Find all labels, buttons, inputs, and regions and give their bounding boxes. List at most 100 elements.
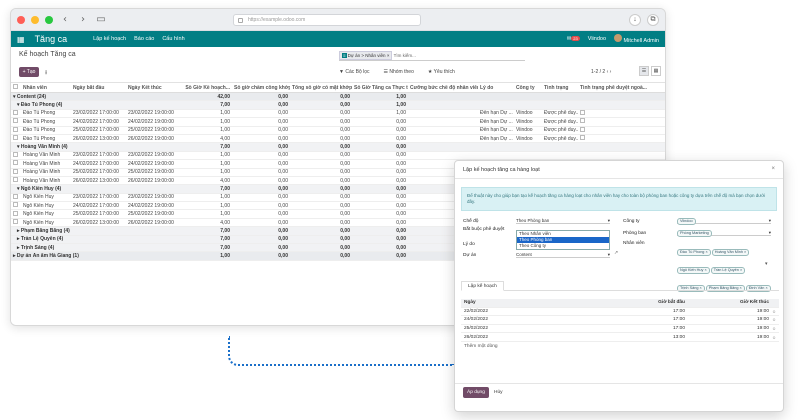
approval-checkbox[interactable] — [580, 118, 585, 124]
list-view-icon[interactable]: ☰ — [639, 66, 649, 76]
row-checkbox[interactable] — [13, 168, 18, 174]
tabs-icon[interactable]: ⧉ — [647, 13, 659, 26]
planning-line[interactable]: 22/02/2022 17:00 19:00 ⦸ — [461, 308, 779, 317]
plan-end[interactable]: 19:00 — [685, 317, 769, 322]
mode-select[interactable]: Theo Phòng ban ▾ — [516, 217, 610, 224]
plan-start[interactable]: 13:00 — [581, 335, 685, 340]
plan-start[interactable]: 17:00 — [581, 309, 685, 314]
row-checkbox[interactable] — [13, 109, 18, 115]
group-row[interactable]: ▾ Hoàng Văn Minh (4) 7,00 0,00 0,00 0,00 — [11, 143, 665, 152]
column-header[interactable]: Tình trạng phê duyệt ngoà... — [578, 85, 648, 91]
column-header[interactable]: Số Giờ Kế hoạch... — [178, 85, 232, 91]
column-header[interactable]: Công ty — [514, 85, 542, 91]
favorites-dropdown[interactable]: ★ Yêu thích — [428, 69, 455, 75]
plan-start[interactable]: 17:00 — [581, 317, 685, 322]
menu-reports[interactable]: Báo cáo — [134, 36, 154, 42]
menu-planning[interactable]: Lập kế hoạch — [93, 36, 126, 42]
apply-button[interactable]: Áp dụng — [463, 387, 489, 398]
delete-line-icon[interactable]: ⦸ — [769, 335, 779, 340]
employee-tag[interactable]: Đào Tú Phong × — [677, 249, 711, 256]
column-header[interactable]: Lý do — [478, 85, 514, 91]
delete-line-icon[interactable]: ⦸ — [769, 309, 779, 314]
select-all-checkbox[interactable] — [13, 84, 18, 89]
project-select[interactable]: Content ▾ — [516, 251, 610, 258]
row-checkbox[interactable] — [13, 193, 18, 199]
column-header[interactable]: Số Giờ Tăng ca Thực tế — [352, 85, 408, 91]
planning-line[interactable]: 26/02/2022 13:00 19:00 ⦸ — [461, 333, 779, 342]
filters-dropdown[interactable]: ▼ Các Bộ lọc — [339, 69, 370, 75]
external-link-icon[interactable]: ↗ — [614, 250, 618, 256]
table-row[interactable]: Đào Tú Phong 26/02/2022 13:00:00 26/02/202… — [11, 135, 665, 144]
company-select[interactable]: Viindoo ▾ — [677, 217, 771, 225]
download-icon[interactable]: ↓ — [629, 13, 641, 26]
search-input[interactable]: Tìm kiếm... — [394, 53, 416, 58]
table-row[interactable]: Đào Tú Phong 24/02/2022 17:00:00 24/02/202… — [11, 118, 665, 127]
menu-config[interactable]: Cấu hình — [162, 36, 184, 42]
row-checkbox[interactable] — [13, 118, 18, 124]
plan-end[interactable]: 19:00 — [685, 335, 769, 340]
groupby-facet[interactable]: ≡ Dự án > Nhân viên × — [339, 51, 393, 60]
department-select[interactable]: Phòng Marketing ▾ — [677, 229, 771, 237]
column-header[interactable]: Ngày Kết thúc — [126, 85, 178, 91]
row-checkbox[interactable] — [13, 135, 18, 141]
groupby-dropdown[interactable]: ☰ Nhóm theo — [384, 69, 414, 75]
row-checkbox[interactable] — [13, 210, 18, 216]
address-bar[interactable]: https://example.odoo.com — [233, 13, 421, 26]
row-checkbox[interactable] — [13, 160, 18, 166]
close-window-dot[interactable] — [17, 15, 25, 24]
download-xlsx-icon[interactable]: ⭳ — [45, 68, 47, 78]
plan-date[interactable]: 24/02/2022 — [461, 317, 581, 322]
app-name[interactable]: Tăng ca — [35, 34, 68, 44]
column-header[interactable]: Số giờ chấm công khớp — [232, 85, 290, 91]
plan-date[interactable]: 22/02/2022 — [461, 309, 581, 314]
company-switcher[interactable]: Viindoo — [588, 36, 606, 42]
group-row[interactable]: ▾ Content (24) 42,00 0,00 0,00 1,00 — [11, 93, 665, 102]
search-bar[interactable]: ≡ Dự án > Nhân viên × Tìm kiếm... — [339, 51, 525, 61]
column-header[interactable]: Ngày bắt đầu — [71, 85, 126, 91]
approval-checkbox[interactable] — [580, 126, 585, 132]
user-menu[interactable]: Mitchell Admin — [614, 34, 659, 44]
chat-icon[interactable]: ✉ 23 — [567, 36, 580, 42]
plan-end[interactable]: 19:00 — [685, 326, 769, 331]
employee-tag[interactable]: Ngô Kiến Huy × — [677, 267, 710, 274]
maximize-window-dot[interactable] — [45, 15, 53, 24]
plan-end[interactable]: 19:00 — [685, 309, 769, 314]
plan-date[interactable]: 25/02/2022 — [461, 326, 581, 331]
forward-arrow-icon[interactable]: › — [77, 14, 89, 26]
plan-start[interactable]: 17:00 — [581, 326, 685, 331]
table-row[interactable]: Đào Tú Phong 25/02/2022 17:00:00 25/02/202… — [11, 126, 665, 135]
approval-checkbox[interactable] — [580, 109, 585, 115]
planning-line[interactable]: 25/02/2022 17:00 19:00 ⦸ — [461, 325, 779, 334]
caret-down-icon[interactable]: ▾ — [765, 261, 768, 267]
sidebar-toggle-icon[interactable]: ▭ — [95, 14, 107, 26]
close-icon[interactable]: × — [771, 166, 775, 172]
row-checkbox[interactable] — [13, 126, 18, 132]
row-checkbox[interactable] — [13, 151, 18, 157]
apps-menu-icon[interactable]: ▦ — [17, 35, 25, 44]
column-header[interactable]: Nhân viên — [21, 85, 71, 91]
pager-value[interactable]: 1-2 / 2 — [591, 69, 605, 75]
tab-planning[interactable]: Lập kế hoạch — [461, 281, 504, 291]
pager[interactable]: 1-2 / 2 ‹ › — [591, 69, 611, 75]
column-header[interactable]: Tình trạng — [542, 85, 578, 91]
add-line-link[interactable]: Thêm một dòng — [461, 342, 779, 351]
delete-line-icon[interactable]: ⦸ — [769, 317, 779, 322]
create-button[interactable]: + Tạo — [19, 67, 39, 77]
planning-line[interactable]: 24/02/2022 17:00 19:00 ⦸ — [461, 316, 779, 325]
minimize-window-dot[interactable] — [31, 15, 39, 24]
column-header[interactable]: Cưỡng bức chế độ nhân viên... — [408, 85, 478, 91]
delete-line-icon[interactable]: ⦸ — [769, 326, 779, 331]
back-arrow-icon[interactable]: ‹ — [59, 14, 71, 26]
plan-date[interactable]: 26/02/2022 — [461, 335, 581, 340]
employee-tag[interactable]: Trần Lệ Quyên × — [710, 267, 746, 274]
employee-tag[interactable]: Hoàng Văn Minh × — [711, 249, 750, 256]
row-checkbox[interactable] — [13, 177, 18, 183]
approval-checkbox[interactable] — [580, 135, 585, 141]
row-checkbox[interactable] — [13, 202, 18, 208]
calendar-view-icon[interactable]: ▦ — [651, 66, 661, 76]
row-checkbox[interactable] — [13, 219, 18, 225]
table-row[interactable]: Đào Tú Phong 23/02/2022 17:00:00 23/02/202… — [11, 109, 665, 119]
cancel-button[interactable]: Hủy — [491, 387, 506, 398]
table-row[interactable]: Hoàng Văn Minh 23/02/2022 17:00:00 23/02/2… — [11, 151, 665, 161]
column-header[interactable]: Tổng số giờ có mặt khớp... — [290, 85, 352, 91]
